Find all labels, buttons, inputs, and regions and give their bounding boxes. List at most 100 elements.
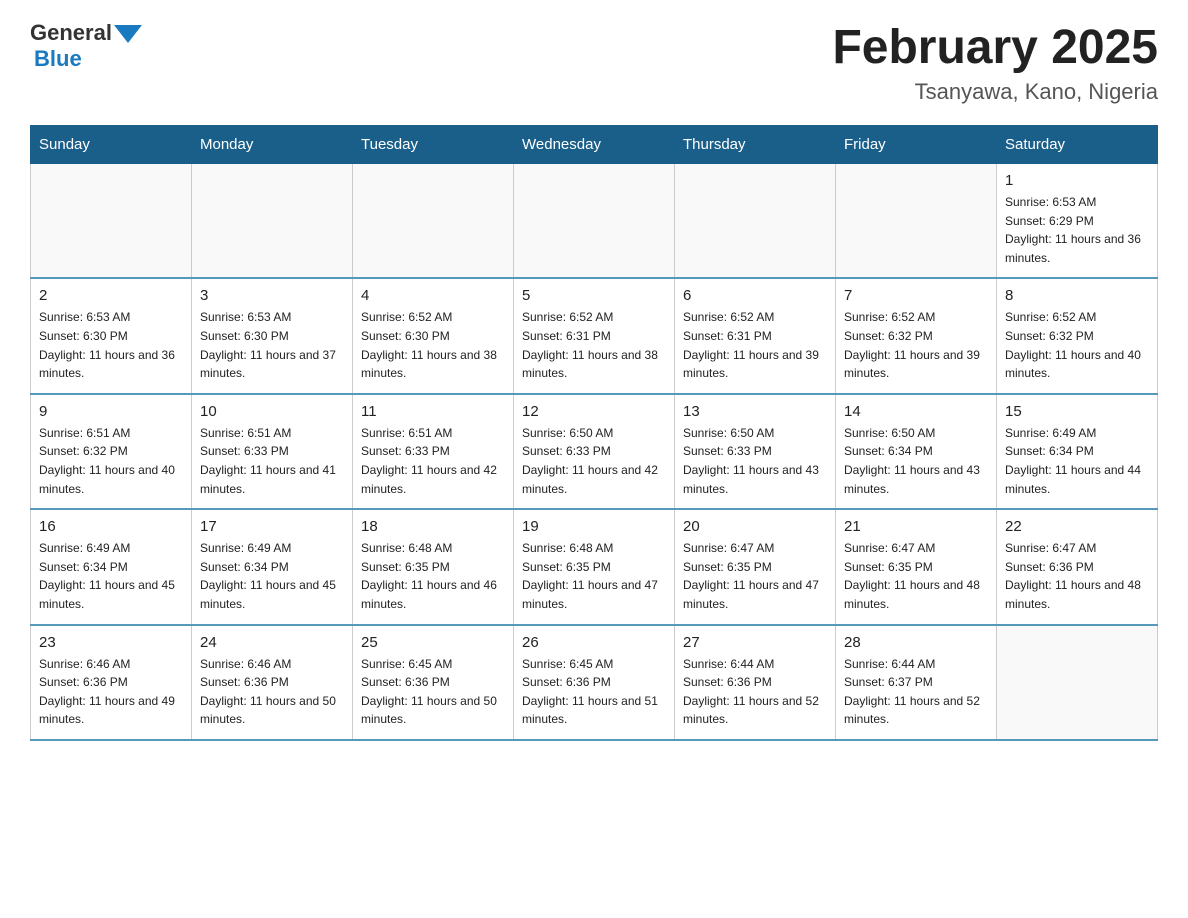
day-info: Sunrise: 6:49 AMSunset: 6:34 PMDaylight:… xyxy=(200,539,344,613)
day-number: 22 xyxy=(1005,518,1149,535)
day-cell xyxy=(675,164,836,279)
day-cell: 27 Sunrise: 6:44 AMSunset: 6:36 PMDayligh… xyxy=(675,625,836,740)
day-number: 26 xyxy=(522,634,666,651)
day-cell: 23 Sunrise: 6:46 AMSunset: 6:36 PMDayligh… xyxy=(31,625,192,740)
logo-text-general: General xyxy=(30,20,112,46)
day-cell: 10 Sunrise: 6:51 AMSunset: 6:33 PMDayligh… xyxy=(192,394,353,509)
day-info: Sunrise: 6:46 AMSunset: 6:36 PMDaylight:… xyxy=(200,655,344,729)
day-cell: 11 Sunrise: 6:51 AMSunset: 6:33 PMDayligh… xyxy=(353,394,514,509)
logo: General Blue xyxy=(30,20,142,72)
day-number: 18 xyxy=(361,518,505,535)
day-number: 8 xyxy=(1005,287,1149,304)
day-cell: 19 Sunrise: 6:48 AMSunset: 6:35 PMDayligh… xyxy=(514,509,675,624)
day-cell: 9Sunrise: 6:51 AMSunset: 6:32 PMDaylight… xyxy=(31,394,192,509)
day-info: Sunrise: 6:52 AMSunset: 6:32 PMDaylight:… xyxy=(1005,308,1149,382)
day-info: Sunrise: 6:46 AMSunset: 6:36 PMDaylight:… xyxy=(39,655,183,729)
header-cell-sunday: Sunday xyxy=(31,126,192,164)
day-cell: 1 Sunrise: 6:53 AMSunset: 6:29 PMDaylight… xyxy=(997,164,1158,279)
day-number: 15 xyxy=(1005,403,1149,420)
day-number: 7 xyxy=(844,287,988,304)
day-cell: 17 Sunrise: 6:49 AMSunset: 6:34 PMDayligh… xyxy=(192,509,353,624)
day-cell: 13Sunrise: 6:50 AMSunset: 6:33 PMDayligh… xyxy=(675,394,836,509)
day-cell: 21 Sunrise: 6:47 AMSunset: 6:35 PMDayligh… xyxy=(836,509,997,624)
day-number: 20 xyxy=(683,518,827,535)
day-info: Sunrise: 6:53 AMSunset: 6:29 PMDaylight:… xyxy=(1005,193,1149,267)
day-number: 17 xyxy=(200,518,344,535)
day-cell: 26 Sunrise: 6:45 AMSunset: 6:36 PMDayligh… xyxy=(514,625,675,740)
day-cell xyxy=(836,164,997,279)
day-cell xyxy=(31,164,192,279)
calendar-table: SundayMondayTuesdayWednesdayThursdayFrid… xyxy=(30,125,1158,741)
day-cell: 16Sunrise: 6:49 AMSunset: 6:34 PMDayligh… xyxy=(31,509,192,624)
day-number: 5 xyxy=(522,287,666,304)
day-info: Sunrise: 6:49 AMSunset: 6:34 PMDaylight:… xyxy=(39,539,183,613)
day-number: 10 xyxy=(200,403,344,420)
week-row-2: 2 Sunrise: 6:53 AMSunset: 6:30 PMDaylight… xyxy=(31,278,1158,393)
day-cell: 14 Sunrise: 6:50 AMSunset: 6:34 PMDayligh… xyxy=(836,394,997,509)
header-cell-friday: Friday xyxy=(836,126,997,164)
day-info: Sunrise: 6:52 AMSunset: 6:31 PMDaylight:… xyxy=(683,308,827,382)
day-info: Sunrise: 6:50 AMSunset: 6:34 PMDaylight:… xyxy=(844,424,988,498)
calendar-title: February 2025 xyxy=(832,20,1158,75)
header-cell-thursday: Thursday xyxy=(675,126,836,164)
day-number: 2 xyxy=(39,287,183,304)
day-cell: 6Sunrise: 6:52 AMSunset: 6:31 PMDaylight… xyxy=(675,278,836,393)
title-block: February 2025 Tsanyawa, Kano, Nigeria xyxy=(832,20,1158,105)
header-cell-saturday: Saturday xyxy=(997,126,1158,164)
day-number: 11 xyxy=(361,403,505,420)
day-info: Sunrise: 6:51 AMSunset: 6:33 PMDaylight:… xyxy=(200,424,344,498)
day-number: 14 xyxy=(844,403,988,420)
day-cell: 22 Sunrise: 6:47 AMSunset: 6:36 PMDayligh… xyxy=(997,509,1158,624)
day-info: Sunrise: 6:44 AMSunset: 6:37 PMDaylight:… xyxy=(844,655,988,729)
day-info: Sunrise: 6:47 AMSunset: 6:35 PMDaylight:… xyxy=(844,539,988,613)
day-number: 23 xyxy=(39,634,183,651)
day-info: Sunrise: 6:45 AMSunset: 6:36 PMDaylight:… xyxy=(361,655,505,729)
day-cell: 8 Sunrise: 6:52 AMSunset: 6:32 PMDaylight… xyxy=(997,278,1158,393)
day-info: Sunrise: 6:48 AMSunset: 6:35 PMDaylight:… xyxy=(361,539,505,613)
header-cell-wednesday: Wednesday xyxy=(514,126,675,164)
day-cell: 5Sunrise: 6:52 AMSunset: 6:31 PMDaylight… xyxy=(514,278,675,393)
day-cell: 18 Sunrise: 6:48 AMSunset: 6:35 PMDayligh… xyxy=(353,509,514,624)
day-number: 19 xyxy=(522,518,666,535)
day-cell: 28 Sunrise: 6:44 AMSunset: 6:37 PMDayligh… xyxy=(836,625,997,740)
week-row-4: 16Sunrise: 6:49 AMSunset: 6:34 PMDayligh… xyxy=(31,509,1158,624)
day-number: 21 xyxy=(844,518,988,535)
day-info: Sunrise: 6:49 AMSunset: 6:34 PMDaylight:… xyxy=(1005,424,1149,498)
day-cell: 24Sunrise: 6:46 AMSunset: 6:36 PMDayligh… xyxy=(192,625,353,740)
day-info: Sunrise: 6:50 AMSunset: 6:33 PMDaylight:… xyxy=(522,424,666,498)
day-info: Sunrise: 6:51 AMSunset: 6:33 PMDaylight:… xyxy=(361,424,505,498)
day-info: Sunrise: 6:47 AMSunset: 6:35 PMDaylight:… xyxy=(683,539,827,613)
day-cell: 7 Sunrise: 6:52 AMSunset: 6:32 PMDaylight… xyxy=(836,278,997,393)
day-info: Sunrise: 6:44 AMSunset: 6:36 PMDaylight:… xyxy=(683,655,827,729)
day-number: 1 xyxy=(1005,172,1149,189)
day-info: Sunrise: 6:53 AMSunset: 6:30 PMDaylight:… xyxy=(200,308,344,382)
day-number: 12 xyxy=(522,403,666,420)
logo-text-blue: Blue xyxy=(34,46,82,72)
day-info: Sunrise: 6:45 AMSunset: 6:36 PMDaylight:… xyxy=(522,655,666,729)
day-info: Sunrise: 6:47 AMSunset: 6:36 PMDaylight:… xyxy=(1005,539,1149,613)
week-row-1: 1 Sunrise: 6:53 AMSunset: 6:29 PMDaylight… xyxy=(31,164,1158,279)
day-info: Sunrise: 6:50 AMSunset: 6:33 PMDaylight:… xyxy=(683,424,827,498)
header-row: SundayMondayTuesdayWednesdayThursdayFrid… xyxy=(31,126,1158,164)
day-cell: 12 Sunrise: 6:50 AMSunset: 6:33 PMDayligh… xyxy=(514,394,675,509)
week-row-3: 9Sunrise: 6:51 AMSunset: 6:32 PMDaylight… xyxy=(31,394,1158,509)
day-cell: 25 Sunrise: 6:45 AMSunset: 6:36 PMDayligh… xyxy=(353,625,514,740)
day-info: Sunrise: 6:52 AMSunset: 6:30 PMDaylight:… xyxy=(361,308,505,382)
day-cell: 2 Sunrise: 6:53 AMSunset: 6:30 PMDaylight… xyxy=(31,278,192,393)
day-cell: 4 Sunrise: 6:52 AMSunset: 6:30 PMDaylight… xyxy=(353,278,514,393)
day-number: 27 xyxy=(683,634,827,651)
day-cell xyxy=(192,164,353,279)
day-cell: 20 Sunrise: 6:47 AMSunset: 6:35 PMDayligh… xyxy=(675,509,836,624)
week-row-5: 23 Sunrise: 6:46 AMSunset: 6:36 PMDayligh… xyxy=(31,625,1158,740)
day-info: Sunrise: 6:53 AMSunset: 6:30 PMDaylight:… xyxy=(39,308,183,382)
day-info: Sunrise: 6:52 AMSunset: 6:32 PMDaylight:… xyxy=(844,308,988,382)
header-cell-monday: Monday xyxy=(192,126,353,164)
day-number: 28 xyxy=(844,634,988,651)
day-number: 25 xyxy=(361,634,505,651)
day-number: 9 xyxy=(39,403,183,420)
day-cell xyxy=(514,164,675,279)
day-info: Sunrise: 6:48 AMSunset: 6:35 PMDaylight:… xyxy=(522,539,666,613)
day-cell: 15 Sunrise: 6:49 AMSunset: 6:34 PMDayligh… xyxy=(997,394,1158,509)
day-cell: 3Sunrise: 6:53 AMSunset: 6:30 PMDaylight… xyxy=(192,278,353,393)
day-number: 4 xyxy=(361,287,505,304)
